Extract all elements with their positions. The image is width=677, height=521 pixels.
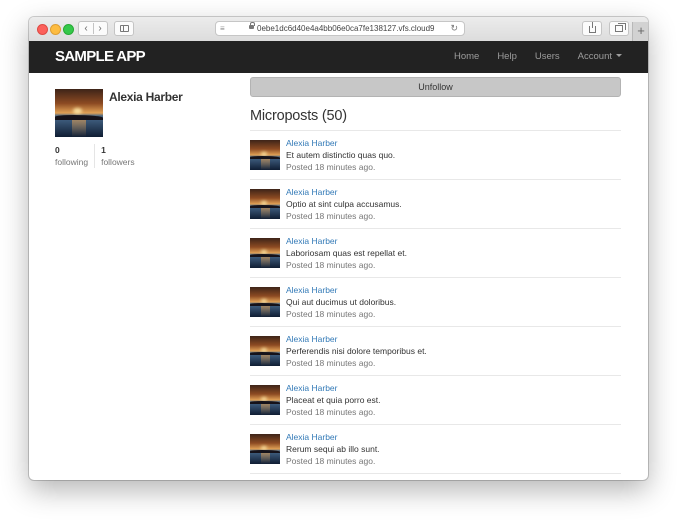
micropost-content: Qui aut ducimus ut doloribus. bbox=[286, 297, 397, 307]
microposts-heading: Microposts (50) bbox=[250, 108, 347, 124]
unfollow-button[interactable]: Unfollow bbox=[250, 77, 621, 97]
followers-count: 1 bbox=[101, 145, 106, 155]
nav-divider bbox=[93, 23, 94, 34]
address-bar[interactable]: ≡ 0ebe1dc6d40e4a4bb06e0ca7fe138127.vfs.c… bbox=[215, 21, 465, 36]
back-forward-buttons: ‹ › bbox=[78, 21, 108, 36]
nav-help[interactable]: Help bbox=[497, 41, 517, 73]
following-count: 0 bbox=[55, 145, 60, 155]
micropost-avatar[interactable] bbox=[250, 385, 280, 415]
browser-toolbar: ‹ › ≡ 0ebe1dc6d40e4a4bb06e0ca7fe138127.vf… bbox=[29, 17, 648, 42]
micropost-item: Alexia Harber Optio at sint culpa accusa… bbox=[250, 180, 621, 229]
micropost-user-link[interactable]: Alexia Harber bbox=[286, 285, 338, 295]
micropost-content: Placeat et quia porro est. bbox=[286, 395, 381, 405]
profile-avatar bbox=[55, 89, 103, 137]
follow-stats: 0 following 1 followers bbox=[55, 144, 135, 168]
micropost-item: Alexia Harber Perferendis nisi dolore te… bbox=[250, 327, 621, 376]
nav-home[interactable]: Home bbox=[454, 41, 479, 73]
micropost-user-link[interactable]: Alexia Harber bbox=[286, 383, 338, 393]
micropost-user-link[interactable]: Alexia Harber bbox=[286, 432, 338, 442]
following-label: following bbox=[55, 157, 89, 167]
micropost-timestamp: Posted 18 minutes ago. bbox=[286, 407, 376, 417]
sidebar-toggle-button[interactable] bbox=[114, 21, 134, 36]
micropost-timestamp: Posted 18 minutes ago. bbox=[286, 456, 376, 466]
app-logo[interactable]: SAMPLE APP bbox=[55, 48, 146, 65]
micropost-content: Laboriosam quas est repellat et. bbox=[286, 248, 407, 258]
micropost-timestamp: Posted 18 minutes ago. bbox=[286, 260, 376, 270]
back-button[interactable]: ‹ bbox=[79, 22, 93, 35]
url-text: 0ebe1dc6d40e4a4bb06e0ca7fe138127.vfs.clo… bbox=[257, 24, 435, 33]
close-window-button[interactable] bbox=[37, 24, 48, 35]
micropost-content: Rerum sequi ab illo sunt. bbox=[286, 444, 380, 454]
micropost-avatar[interactable] bbox=[250, 287, 280, 317]
micropost-user-link[interactable]: Alexia Harber bbox=[286, 236, 338, 246]
micropost-content: Et autem distinctio quas quo. bbox=[286, 150, 396, 160]
zoom-window-button[interactable] bbox=[63, 24, 74, 35]
micropost-item: Alexia Harber Qui aut ducimus ut dolorib… bbox=[250, 278, 621, 327]
nav-account-label: Account bbox=[577, 51, 612, 62]
micropost-avatar[interactable] bbox=[250, 238, 280, 268]
micropost-user-link[interactable]: Alexia Harber bbox=[286, 187, 338, 197]
micropost-user-link[interactable]: Alexia Harber bbox=[286, 138, 338, 148]
micropost-content: Optio at sint culpa accusamus. bbox=[286, 199, 402, 209]
micropost-item: Alexia Harber Laboriosam quas est repell… bbox=[250, 229, 621, 278]
micropost-avatar[interactable] bbox=[250, 434, 280, 464]
minimize-window-button[interactable] bbox=[50, 24, 61, 35]
followers-stat[interactable]: 1 followers bbox=[95, 144, 135, 168]
micropost-user-link[interactable]: Alexia Harber bbox=[286, 334, 338, 344]
nav-links: Home Help Users Account bbox=[436, 41, 622, 73]
followers-label: followers bbox=[101, 157, 135, 167]
micropost-item: Alexia Harber Rerum sequi ab illo sunt. … bbox=[250, 425, 621, 474]
reload-icon[interactable]: ↻ bbox=[450, 23, 458, 34]
new-tab-button[interactable]: + bbox=[632, 22, 648, 41]
sidebar-icon bbox=[120, 25, 129, 32]
share-icon bbox=[589, 22, 596, 33]
browser-window: ‹ › ≡ 0ebe1dc6d40e4a4bb06e0ca7fe138127.vf… bbox=[29, 17, 648, 480]
app-navbar: SAMPLE APP Home Help Users Account bbox=[29, 41, 648, 73]
micropost-content: Perferendis nisi dolore temporibus et. bbox=[286, 346, 427, 356]
following-stat[interactable]: 0 following bbox=[55, 144, 96, 168]
micropost-avatar[interactable] bbox=[250, 140, 280, 170]
micropost-timestamp: Posted 18 minutes ago. bbox=[286, 358, 376, 368]
nav-account-dropdown[interactable]: Account bbox=[578, 41, 622, 73]
lock-icon bbox=[249, 22, 255, 29]
micropost-timestamp: Posted 18 minutes ago. bbox=[286, 309, 376, 319]
show-tabs-button[interactable] bbox=[609, 21, 629, 36]
reader-mode-icon[interactable]: ≡ bbox=[220, 24, 225, 33]
micropost-timestamp: Posted 18 minutes ago. bbox=[286, 162, 376, 172]
forward-button[interactable]: › bbox=[93, 22, 107, 35]
caret-down-icon bbox=[616, 54, 622, 58]
micropost-avatar[interactable] bbox=[250, 336, 280, 366]
micropost-avatar[interactable] bbox=[250, 189, 280, 219]
tabs-icon bbox=[615, 23, 626, 32]
nav-users[interactable]: Users bbox=[535, 41, 560, 73]
micropost-item: Alexia Harber Placeat et quia porro est.… bbox=[250, 376, 621, 425]
microposts-list: Alexia Harber Et autem distinctio quas q… bbox=[250, 130, 621, 474]
profile-name: Alexia Harber bbox=[109, 90, 183, 104]
micropost-timestamp: Posted 18 minutes ago. bbox=[286, 211, 376, 221]
share-button[interactable] bbox=[582, 21, 602, 36]
micropost-item: Alexia Harber Et autem distinctio quas q… bbox=[250, 131, 621, 180]
